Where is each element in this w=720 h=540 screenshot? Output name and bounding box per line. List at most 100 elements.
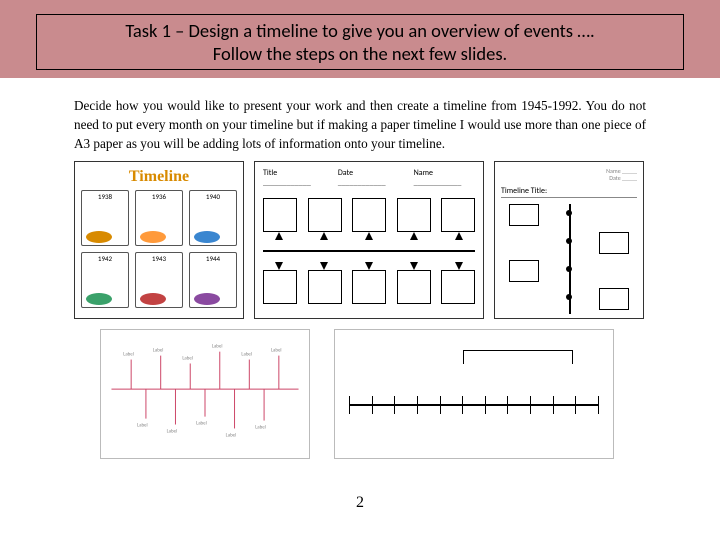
timeline-example-vertical: Name _____ Date _____ Timeline Title: <box>494 161 644 319</box>
spine-dot <box>566 238 572 244</box>
arrow-up-icon <box>410 232 418 240</box>
arrow-up-icon <box>455 232 463 240</box>
example-grid-cells: 1938 1936 1940 1942 1943 1944 <box>81 190 237 308</box>
grid-cell: 1940 <box>189 190 237 246</box>
tick-mark <box>530 396 531 414</box>
event-box <box>263 270 297 304</box>
timeline-example-tree: Label Label Label Label Label Label Label La… <box>100 329 310 459</box>
tick-mark <box>485 396 486 414</box>
event-box <box>308 270 342 304</box>
grid-year: 1940 <box>206 192 220 201</box>
grid-blob <box>194 293 220 305</box>
lower-boxes <box>263 270 475 304</box>
svg-text:Label: Label <box>255 425 266 431</box>
vertical-node <box>509 204 539 226</box>
task-title-line1: Task 1 – Design a timeline to give you a… <box>125 19 594 42</box>
grid-blob <box>140 231 166 243</box>
arrow-down-icon <box>455 262 463 270</box>
task-title-line2: Follow the steps on the next few slides. <box>213 42 507 65</box>
timeline-example-ticks <box>334 329 614 459</box>
arrow-up-icon <box>365 232 373 240</box>
vertical-node <box>509 260 539 282</box>
svg-text:Label: Label <box>153 348 164 354</box>
task-title-box: Task 1 – Design a timeline to give you a… <box>36 14 684 70</box>
upper-boxes <box>263 198 475 232</box>
grid-year: 1938 <box>98 192 112 201</box>
grid-blob <box>86 293 112 305</box>
tick-mark <box>462 396 463 414</box>
grid-year: 1942 <box>98 254 112 263</box>
svg-text:Label: Label <box>167 429 178 435</box>
svg-text:Label: Label <box>182 356 193 362</box>
tick-mark <box>349 396 350 414</box>
bracket-icon <box>463 350 573 364</box>
tick-mark <box>440 396 441 414</box>
svg-text:Label: Label <box>241 352 252 358</box>
label-date: Date <box>338 168 396 188</box>
page-number: 2 <box>356 494 364 512</box>
tick-mark <box>417 396 418 414</box>
grid-cell: 1942 <box>81 252 129 308</box>
tick-mark <box>507 396 508 414</box>
content-area: Decide how you would like to present you… <box>68 94 652 514</box>
grid-cell: 1944 <box>189 252 237 308</box>
event-box <box>263 198 297 232</box>
spine-dot <box>566 294 572 300</box>
event-box <box>308 198 342 232</box>
arrow-down-icon <box>365 262 373 270</box>
grid-blob <box>86 231 112 243</box>
vertical-node <box>599 288 629 310</box>
arrow-up-icon <box>275 232 283 240</box>
grid-year: 1944 <box>206 254 220 263</box>
tick-mark <box>575 396 576 414</box>
arrow-up-icon <box>320 232 328 240</box>
event-box <box>397 270 431 304</box>
svg-text:Label: Label <box>137 423 148 429</box>
vertical-title-label: Timeline Title: <box>501 186 637 198</box>
label-title: Title <box>263 168 320 188</box>
example-grid-heading: Timeline <box>81 168 237 186</box>
grid-cell: 1936 <box>135 190 183 246</box>
example-b-labels: Title Date Name <box>263 168 475 188</box>
tick-mark <box>394 396 395 414</box>
tick-mark <box>553 396 554 414</box>
arrow-down-icon <box>275 262 283 270</box>
event-box <box>352 270 386 304</box>
tick-mark <box>598 396 599 414</box>
grid-cell: 1938 <box>81 190 129 246</box>
grid-year: 1943 <box>152 254 166 263</box>
svg-text:Label: Label <box>226 433 237 439</box>
timeline-examples-row-1: Timeline 1938 1936 1940 1942 1943 1944 T… <box>68 161 652 319</box>
event-box <box>352 198 386 232</box>
grid-cell: 1943 <box>135 252 183 308</box>
meta-date: Date _____ <box>501 175 637 182</box>
arrows-down <box>263 262 475 270</box>
svg-text:Label: Label <box>212 344 223 350</box>
grid-year: 1936 <box>152 192 166 201</box>
svg-text:Label: Label <box>123 352 134 358</box>
grid-blob <box>194 231 220 243</box>
timeline-example-arrow-boxes: Title Date Name <box>254 161 484 319</box>
instruction-paragraph: Decide how you would like to present you… <box>68 94 652 161</box>
label-name: Name <box>414 168 475 188</box>
arrow-down-icon <box>410 262 418 270</box>
horizontal-axis <box>263 250 475 252</box>
vertical-body <box>501 204 637 314</box>
spine-dot <box>566 266 572 272</box>
tree-diagram-icon: Label Label Label Label Label Label Label La… <box>101 330 309 458</box>
arrow-down-icon <box>320 262 328 270</box>
vertical-node <box>599 232 629 254</box>
tick-mark <box>372 396 373 414</box>
timeline-examples-row-2: Label Label Label Label Label Label Label La… <box>68 319 652 459</box>
event-box <box>397 198 431 232</box>
grid-blob <box>140 293 166 305</box>
event-box <box>441 270 475 304</box>
svg-text:Label: Label <box>271 348 282 354</box>
meta-lines: Name _____ Date _____ <box>501 168 637 181</box>
tick-marks <box>349 396 599 414</box>
spine-dot <box>566 210 572 216</box>
event-box <box>441 198 475 232</box>
timeline-example-grid: Timeline 1938 1936 1940 1942 1943 1944 <box>74 161 244 319</box>
arrows-up <box>263 232 475 240</box>
svg-text:Label: Label <box>196 421 207 427</box>
